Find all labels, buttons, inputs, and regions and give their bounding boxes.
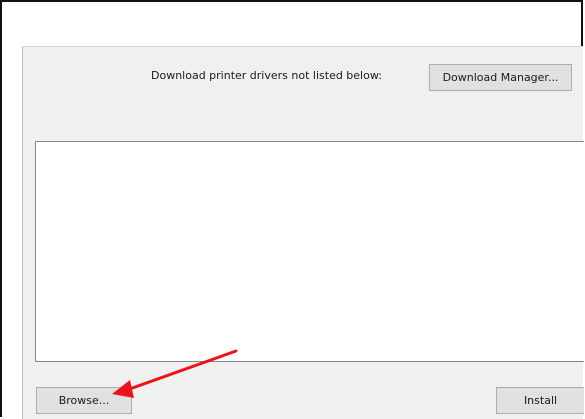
- download-manager-button[interactable]: Download Manager...: [429, 64, 572, 91]
- browse-button[interactable]: Browse...: [36, 387, 132, 414]
- driver-list[interactable]: [35, 141, 584, 362]
- download-drivers-label: Download printer drivers not listed belo…: [151, 69, 382, 82]
- window-frame: Download printer drivers not listed belo…: [0, 0, 584, 419]
- printer-driver-dialog: Download printer drivers not listed belo…: [22, 46, 584, 419]
- install-button[interactable]: Install: [496, 387, 584, 414]
